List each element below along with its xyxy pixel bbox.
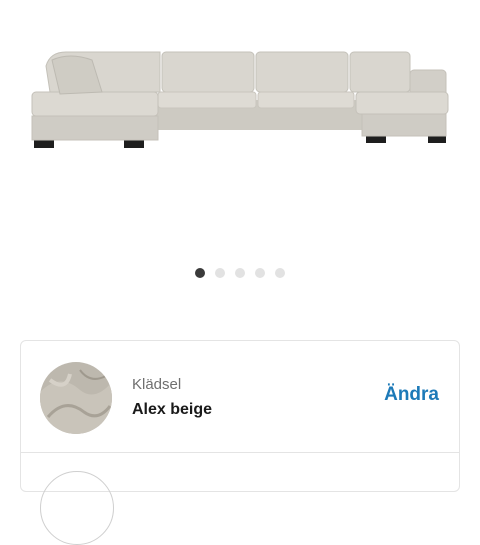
carousel-dots bbox=[0, 268, 480, 278]
configuration-card: Klädsel Alex beige Ändra bbox=[20, 340, 460, 545]
upholstery-option-row[interactable]: Klädsel Alex beige Ändra bbox=[21, 341, 459, 453]
fabric-swatch bbox=[40, 362, 112, 434]
carousel-dot[interactable] bbox=[255, 268, 265, 278]
product-image bbox=[0, 0, 480, 250]
option-label: Klädsel bbox=[132, 376, 182, 393]
sofa-leg bbox=[124, 140, 144, 148]
option-value: Alex beige bbox=[132, 401, 213, 418]
option-swatch bbox=[40, 471, 114, 545]
carousel-dot[interactable] bbox=[235, 268, 245, 278]
carousel-dot[interactable] bbox=[195, 268, 205, 278]
carousel-dot[interactable] bbox=[215, 268, 225, 278]
sofa-leg bbox=[34, 140, 54, 148]
carousel-dot[interactable] bbox=[275, 268, 285, 278]
change-button[interactable]: Ändra bbox=[384, 384, 439, 406]
